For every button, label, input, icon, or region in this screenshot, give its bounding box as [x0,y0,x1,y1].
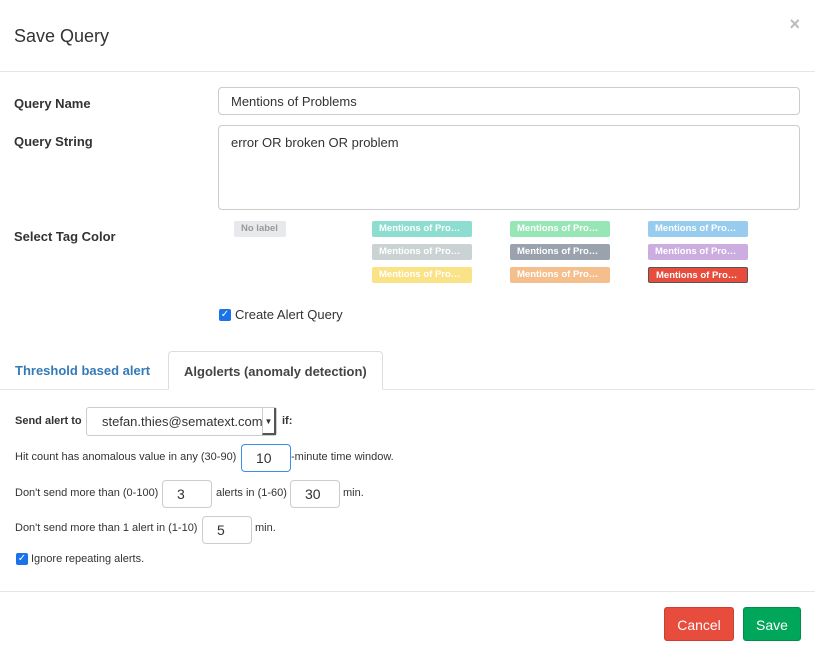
save-button[interactable]: Save [743,607,801,641]
max-alerts-input[interactable]: 3 [162,480,212,508]
send-alert-select[interactable]: stefan.thies@sematext.com ▼ [86,407,277,436]
tag-color-option[interactable]: Mentions of Pro… [648,244,748,260]
send-alert-label: Send alert to [15,415,82,427]
max-alerts-label: Don't send more than (0-100) [15,487,159,499]
min-interval-label: Don't send more than 1 alert in (1-10) [15,522,198,534]
chevron-down-icon[interactable]: ▼ [262,408,276,435]
footer-divider [0,591,815,592]
tag-color-option[interactable]: Mentions of Pro… [510,267,610,283]
tag-color-option[interactable]: Mentions of Pro… [510,244,610,260]
send-alert-value: stefan.thies@sematext.com [102,414,263,429]
query-string-textarea[interactable]: error OR broken OR problem [218,125,800,210]
alerts-in-label: alerts in (1-60) [216,487,287,499]
tabs-divider [0,389,815,390]
query-name-label: Query Name [14,96,91,111]
min-label: min. [343,487,364,499]
if-label: if: [282,415,293,427]
tag-color-option[interactable]: Mentions of Pro… [648,267,748,283]
ignore-repeating-label: Ignore repeating alerts. [31,553,145,565]
divider [0,71,815,72]
window-label: Hit count has anomalous value in any (30… [15,451,237,463]
query-name-input[interactable]: Mentions of Problems [218,87,800,115]
window-suffix: -minute time window. [291,451,394,463]
tag-color-option[interactable]: Mentions of Pro… [372,244,472,260]
min-interval-input[interactable]: 5 [202,516,252,544]
ignore-repeating-checkbox[interactable]: ✓ [16,553,28,565]
tag-no-label[interactable]: No label [234,221,286,237]
create-alert-label: Create Alert Query [235,307,343,322]
window-input[interactable]: 10 [241,444,291,472]
tag-color-label: Select Tag Color [14,229,116,244]
query-string-label: Query String [14,134,93,149]
alerts-period-input[interactable]: 30 [290,480,340,508]
create-alert-checkbox[interactable]: ✓ [219,309,231,321]
tag-color-option[interactable]: Mentions of Pro… [372,267,472,283]
tag-color-option[interactable]: Mentions of Pro… [510,221,610,237]
close-icon[interactable]: × [789,14,800,35]
min-label-2: min. [255,522,276,534]
tag-color-option[interactable]: Mentions of Pro… [372,221,472,237]
tab-threshold[interactable]: Threshold based alert [0,351,165,389]
cancel-button[interactable]: Cancel [664,607,734,641]
tab-algolerts[interactable]: Algolerts (anomaly detection) [168,351,383,390]
tag-color-option[interactable]: Mentions of Pro… [648,221,748,237]
modal-title: Save Query [14,26,110,46]
